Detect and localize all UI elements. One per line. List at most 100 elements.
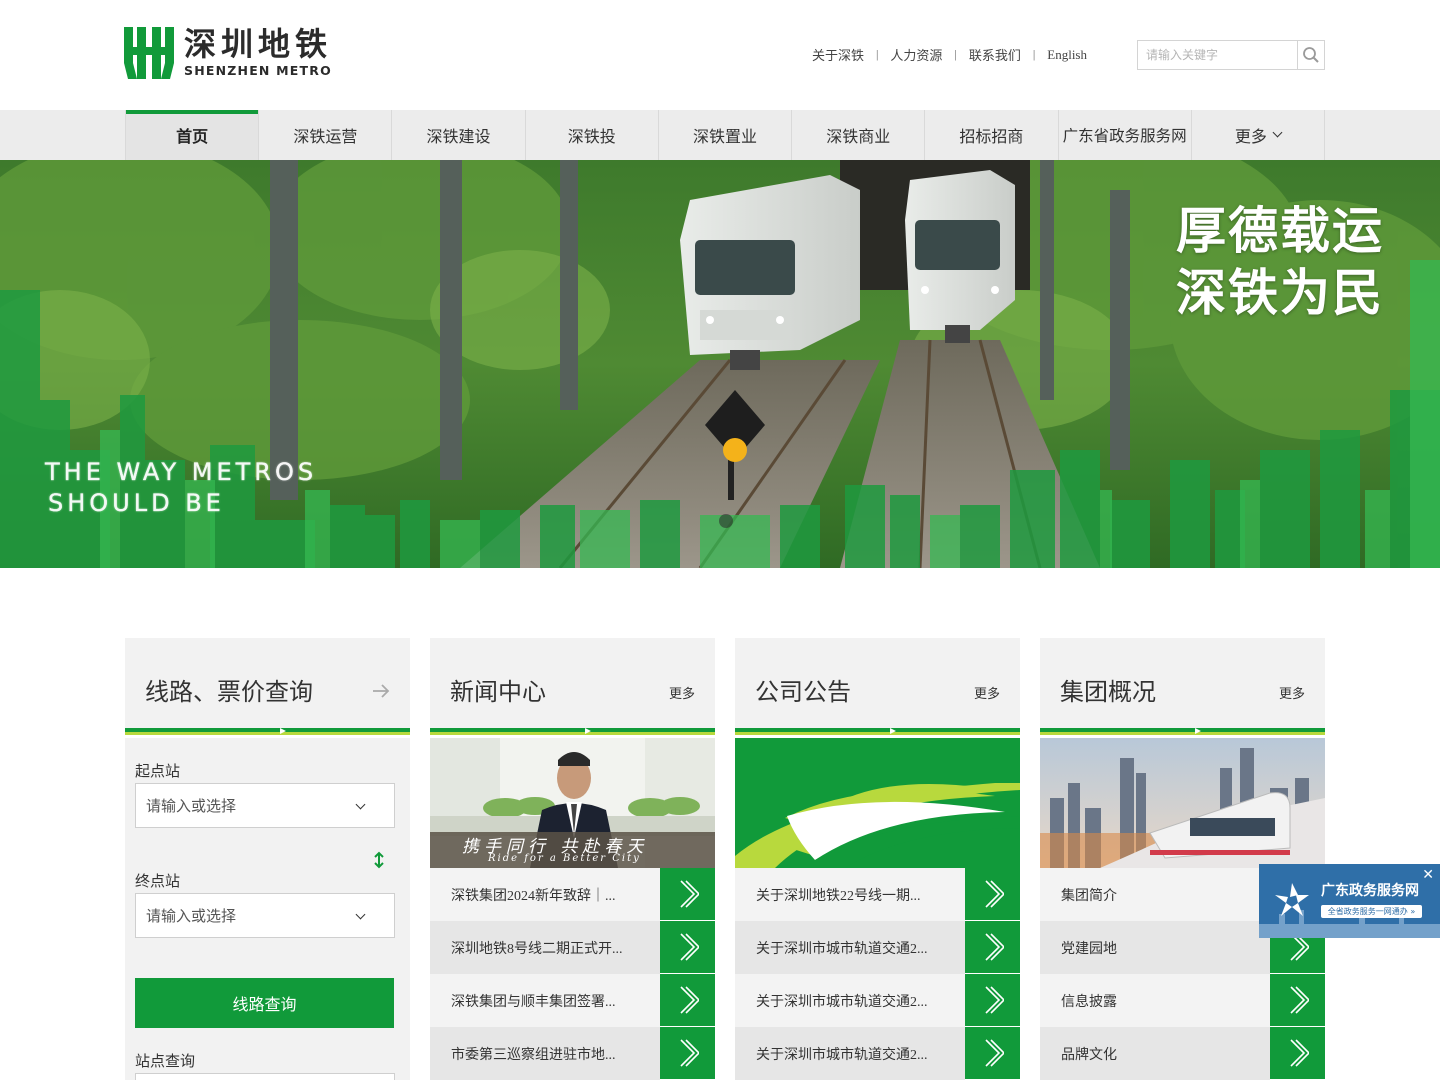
open-item-button[interactable] xyxy=(965,974,1020,1027)
nav-item-construction[interactable]: 深铁建设 xyxy=(392,110,526,160)
list-item[interactable]: 信息披露 xyxy=(1040,974,1325,1027)
group-card-title: 集团概况 xyxy=(1060,678,1156,706)
carousel-dot[interactable] xyxy=(719,514,733,528)
slogan-line-1: 厚德载运 xyxy=(1176,202,1384,260)
news-item-title[interactable]: 市委第三巡察组进驻市地... xyxy=(430,1027,660,1080)
station-query-label: 站点查询 xyxy=(135,1052,196,1070)
top-link-about[interactable]: 关于深铁 xyxy=(800,45,876,64)
open-item-button[interactable] xyxy=(660,921,715,974)
banner-slogan: 厚德载运 深铁为民 xyxy=(1176,200,1384,324)
metro-logo-icon xyxy=(124,27,174,79)
group-image[interactable] xyxy=(1040,738,1325,868)
news-card-title: 新闻中心 xyxy=(450,678,546,706)
group-more-link[interactable]: 更多 xyxy=(1279,683,1305,702)
group-item-title[interactable]: 党建园地 xyxy=(1040,921,1270,974)
route-query-card: 线路、票价查询 起点站 请输入或选择 终点站 请输入或选择 线路查询 站点查询 xyxy=(125,638,410,1080)
gd-service-widget[interactable]: 广东政务服务网 全省政务服务一网通办 » ✕ xyxy=(1259,864,1440,938)
news-item-title[interactable]: 深铁集团与顺丰集团签署... xyxy=(430,974,660,1027)
brand-name-cn: 深圳地铁 xyxy=(184,24,333,63)
top-links: 关于深铁 | 人力资源 | 联系我们 | English xyxy=(800,45,1099,64)
list-item[interactable]: 关于深圳地铁22号线一期... xyxy=(735,868,1020,921)
list-item[interactable]: 品牌文化 xyxy=(1040,1027,1325,1080)
card-divider xyxy=(1040,728,1325,738)
notice-more-link[interactable]: 更多 xyxy=(974,683,1000,702)
list-item[interactable]: 深铁集团与顺丰集团签署... xyxy=(430,974,715,1027)
slogan-line-2: 深铁为民 xyxy=(1176,264,1384,322)
top-link-contact[interactable]: 联系我们 xyxy=(957,45,1033,64)
notice-item-title[interactable]: 关于深圳市城市轨道交通2... xyxy=(735,1027,965,1080)
group-item-title[interactable]: 信息披露 xyxy=(1040,974,1270,1027)
news-item-title[interactable]: 深圳地铁8号线二期正式开... xyxy=(430,921,660,974)
open-item-button[interactable] xyxy=(1270,974,1325,1027)
open-item-button[interactable] xyxy=(965,921,1020,974)
news-more-link[interactable]: 更多 xyxy=(669,683,695,702)
group-item-title[interactable]: 品牌文化 xyxy=(1040,1027,1270,1080)
nav-item-commerce[interactable]: 深铁商业 xyxy=(792,110,926,160)
route-card-title: 线路、票价查询 xyxy=(145,678,313,706)
double-chevron-right-icon xyxy=(679,880,699,908)
top-link-hr[interactable]: 人力资源 xyxy=(878,45,954,64)
route-query-button[interactable]: 线路查询 xyxy=(135,978,394,1028)
close-icon[interactable]: ✕ xyxy=(1422,868,1434,882)
end-station-label: 终点站 xyxy=(135,872,181,890)
list-item[interactable]: 深圳地铁8号线二期正式开... xyxy=(430,921,715,974)
open-item-button[interactable] xyxy=(965,1027,1020,1080)
nav-item-investment[interactable]: 深铁投 xyxy=(526,110,659,160)
group-overview-card: 集团概况 更多 集团简介 党建园地 信息披露 品牌文化 xyxy=(1040,638,1325,1080)
open-item-button[interactable] xyxy=(660,1027,715,1080)
card-divider xyxy=(735,728,1020,738)
list-item[interactable]: 市委第三巡察组进驻市地... xyxy=(430,1027,715,1080)
site-header: 深圳地铁 SHENZHEN METRO 关于深铁 | 人力资源 | 联系我们 |… xyxy=(0,0,1440,110)
site-logo[interactable]: 深圳地铁 SHENZHEN METRO xyxy=(124,25,332,79)
list-item[interactable]: 关于深圳市城市轨道交通2... xyxy=(735,974,1020,1027)
end-station-select[interactable]: 请输入或选择 xyxy=(135,893,395,938)
open-item-button[interactable] xyxy=(965,868,1020,921)
nav-item-more[interactable]: 更多 xyxy=(1192,110,1325,160)
notice-card: 公司公告 更多 关于深圳地铁22号线一期... 关于深圳市城市轨道交通2... … xyxy=(735,638,1020,1080)
station-query-select[interactable] xyxy=(135,1073,395,1080)
double-chevron-right-icon xyxy=(679,1039,699,1067)
chevron-down-icon xyxy=(1272,127,1283,138)
search-icon xyxy=(1303,47,1319,63)
nav-item-home[interactable]: 首页 xyxy=(126,110,260,160)
notice-card-title: 公司公告 xyxy=(755,678,851,706)
group-photo xyxy=(1040,738,1325,868)
top-link-english[interactable]: English xyxy=(1035,47,1099,63)
gd-widget-title: 广东政务服务网 xyxy=(1321,883,1419,899)
notice-graphic xyxy=(735,738,1020,868)
open-item-button[interactable] xyxy=(660,868,715,921)
notice-image[interactable] xyxy=(735,738,1020,868)
arrow-right-icon[interactable] xyxy=(372,684,390,698)
nav-item-tender[interactable]: 招标招商 xyxy=(925,110,1059,160)
start-station-select[interactable]: 请输入或选择 xyxy=(135,783,395,828)
news-card: 新闻中心 更多 携手同行 共赴春天 Ride for a Better City… xyxy=(430,638,715,1080)
open-item-button[interactable] xyxy=(1270,1027,1325,1080)
double-chevron-right-icon xyxy=(1289,1039,1309,1067)
double-chevron-right-icon xyxy=(984,1039,1004,1067)
gd-service-logo-icon xyxy=(1259,864,1440,938)
nav-item-operations[interactable]: 深铁运营 xyxy=(259,110,393,160)
end-station-placeholder: 请输入或选择 xyxy=(146,907,237,925)
notice-list: 关于深圳地铁22号线一期... 关于深圳市城市轨道交通2... 关于深圳市城市轨… xyxy=(735,868,1020,1080)
nav-item-gov-service[interactable]: 广东省政务服务网 xyxy=(1059,110,1192,160)
search-button[interactable] xyxy=(1297,41,1324,69)
nav-item-property[interactable]: 深铁置业 xyxy=(659,110,793,160)
hero-banner[interactable]: 厚德载运 深铁为民 THE WAY METROS SHOULD BE xyxy=(0,160,1440,568)
notice-item-title[interactable]: 关于深圳地铁22号线一期... xyxy=(735,868,965,921)
notice-item-title[interactable]: 关于深圳市城市轨道交通2... xyxy=(735,974,965,1027)
nav-more-label: 更多 xyxy=(1234,127,1267,146)
open-item-button[interactable] xyxy=(660,974,715,1027)
group-item-title[interactable]: 集团简介 xyxy=(1040,868,1270,921)
double-chevron-right-icon xyxy=(1289,986,1309,1014)
list-item[interactable]: 关于深圳市城市轨道交通2... xyxy=(735,921,1020,974)
search-input[interactable] xyxy=(1138,41,1297,69)
news-image[interactable]: 携手同行 共赴春天 Ride for a Better City xyxy=(430,738,715,868)
chevron-down-icon xyxy=(355,909,366,920)
notice-item-title[interactable]: 关于深圳市城市轨道交通2... xyxy=(735,921,965,974)
double-chevron-right-icon xyxy=(984,880,1004,908)
news-item-title[interactable]: 深铁集团2024新年致辞｜... xyxy=(430,868,660,921)
news-list: 深铁集团2024新年致辞｜... 深圳地铁8号线二期正式开... 深铁集团与顺丰… xyxy=(430,868,715,1080)
list-item[interactable]: 深铁集团2024新年致辞｜... xyxy=(430,868,715,921)
list-item[interactable]: 关于深圳市城市轨道交通2... xyxy=(735,1027,1020,1080)
swap-stations-icon[interactable] xyxy=(372,851,386,869)
